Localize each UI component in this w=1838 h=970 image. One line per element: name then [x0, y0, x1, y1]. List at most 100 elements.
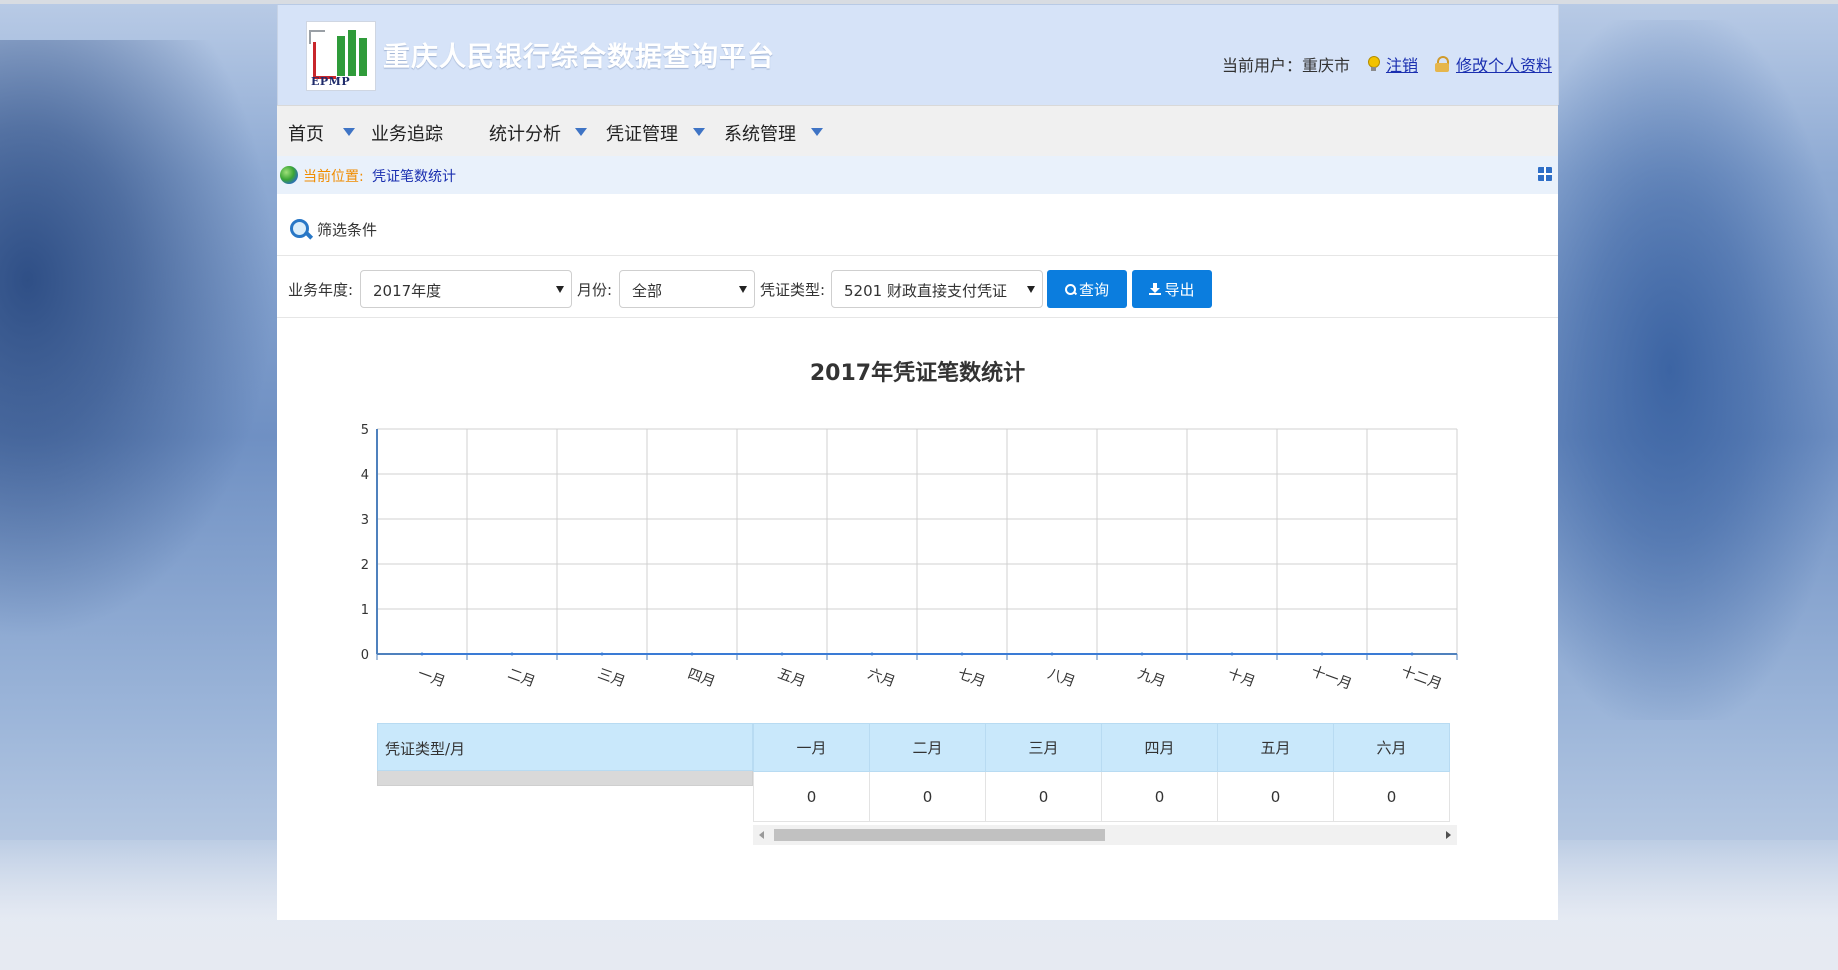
- chart-data-point: [780, 652, 784, 656]
- chart-x-tick-label: 十一月: [1309, 664, 1354, 693]
- nav-item-home[interactable]: 首页: [288, 120, 324, 146]
- magnifier-icon: [289, 218, 311, 240]
- chart-x-tick-label: 三月: [595, 666, 627, 691]
- main-page: EPMP 重庆人民银行综合数据查询平台 当前用户：重庆市 注销 修改个人资料 首…: [277, 5, 1559, 920]
- dropdown-arrow-icon: [739, 286, 747, 293]
- filter-title-text: 筛选条件: [317, 220, 378, 239]
- chart-y-tick-label: 1: [361, 603, 369, 618]
- chart-x-tick-label: 六月: [865, 666, 897, 691]
- lightbulb-icon: [1366, 56, 1380, 72]
- scroll-left-arrow-icon[interactable]: [759, 831, 764, 839]
- table-header-cell: 二月: [869, 723, 986, 772]
- table-header-cell: 五月: [1217, 723, 1334, 772]
- table-header-cell: 三月: [985, 723, 1102, 772]
- logo-text: EPMP: [311, 75, 351, 88]
- chart-data-point: [1050, 652, 1054, 656]
- filter-section-title: 筛选条件: [289, 218, 377, 240]
- table-header-cell: 六月: [1333, 723, 1450, 772]
- main-nav: 首页 业务追踪 统计分析 凭证管理 系统管理: [277, 105, 1558, 157]
- month-label: 月份:: [577, 281, 613, 299]
- export-button-label: 导出: [1164, 280, 1195, 299]
- dropdown-arrow-icon: [1027, 286, 1035, 293]
- chart-title: 2017年凭证笔数统计: [809, 361, 1026, 386]
- query-button-label: 查询: [1078, 280, 1109, 299]
- chart-data-point: [510, 652, 514, 656]
- background-sky-right: [1558, 20, 1838, 720]
- scrollbar-thumb[interactable]: [774, 829, 1105, 841]
- table-cell: 0: [1333, 771, 1450, 822]
- export-button[interactable]: 导出: [1132, 270, 1212, 308]
- table-cell: 0: [1101, 771, 1218, 822]
- chart-y-tick-label: 0: [361, 648, 369, 663]
- user-bar: 当前用户：重庆市 注销 修改个人资料: [1222, 52, 1552, 76]
- epmp-logo: EPMP: [306, 21, 376, 91]
- scroll-right-arrow-icon[interactable]: [1446, 831, 1451, 839]
- breadcrumb-label: 当前位置:: [303, 169, 364, 185]
- background-sky-left: [0, 40, 277, 640]
- site-title: 重庆人民银行综合数据查询平台: [383, 42, 775, 73]
- chart-x-tick-label: 二月: [505, 666, 537, 691]
- nav-item-system-management[interactable]: 系统管理: [724, 120, 796, 146]
- table-header-cell: 四月: [1101, 723, 1218, 772]
- chart-data-point: [870, 652, 874, 656]
- nav-item-business-tracking[interactable]: 业务追踪: [371, 120, 443, 146]
- chart-x-tick-label: 五月: [775, 666, 807, 691]
- month-select-value: 全部: [632, 282, 663, 300]
- search-icon: [1064, 283, 1076, 295]
- chart-data-point: [1410, 652, 1414, 656]
- voucher-count-chart: 0 1 2 3 4 5 一月 二月 三月 四月 五月 六月 七月 八月 九月 十月 十一月 十二月: [361, 423, 1458, 693]
- fullscreen-icon[interactable]: [1538, 167, 1552, 181]
- edit-profile-link[interactable]: 修改个人资料: [1456, 52, 1552, 76]
- table-cell: 0: [985, 771, 1102, 822]
- year-label: 业务年度:: [288, 281, 354, 299]
- voucher-type-value: 5201 财政直接支付凭证: [844, 282, 1007, 300]
- table-frozen-column: 凭证类型/月: [377, 723, 753, 786]
- filter-form: 业务年度: 2017年度 月份: 全部 凭证类型: 5201 财政直接支付凭证 …: [277, 267, 1558, 309]
- monthly-count-table: 一月 二月 三月 四月 五月 六月 0 0 0 0 0 0: [753, 723, 1450, 822]
- chevron-down-icon[interactable]: [343, 128, 355, 136]
- chevron-down-icon[interactable]: [811, 128, 823, 136]
- chart-y-tick-label: 3: [361, 513, 369, 528]
- chevron-down-icon[interactable]: [693, 128, 705, 136]
- chart-x-tick-label: 八月: [1045, 666, 1077, 691]
- chart-data-point: [690, 652, 694, 656]
- voucher-type-select[interactable]: 5201 财政直接支付凭证: [831, 270, 1043, 308]
- chart-x-tick-label: 十月: [1225, 666, 1257, 691]
- logo-red-step: [313, 42, 336, 79]
- chart-data-point: [1140, 652, 1144, 656]
- chart-y-tick-label: 2: [361, 558, 369, 573]
- query-button[interactable]: 查询: [1047, 270, 1127, 308]
- chart-data-point: [1320, 652, 1324, 656]
- table-horizontal-scrollbar[interactable]: [753, 825, 1457, 845]
- logo-bar: [359, 38, 367, 76]
- window-top-edge: [0, 0, 1838, 4]
- current-user-label: 当前用户：重庆市: [1221, 56, 1350, 75]
- nav-item-statistics[interactable]: 统计分析: [489, 120, 561, 146]
- table-row: 0 0 0 0 0 0: [753, 771, 1450, 822]
- chart-data-point: [960, 652, 964, 656]
- breadcrumb: 当前位置: 凭证笔数统计: [277, 156, 1558, 194]
- chart-x-tick-label: 一月: [415, 666, 447, 691]
- table-cell: 0: [1217, 771, 1334, 822]
- nav-item-voucher-management[interactable]: 凭证管理: [606, 120, 678, 146]
- globe-icon: [280, 166, 298, 184]
- logo-bar: [337, 36, 345, 76]
- month-select[interactable]: 全部: [619, 270, 755, 308]
- chart-data-point: [600, 652, 604, 656]
- table-corner-header: 凭证类型/月: [377, 723, 753, 771]
- year-select[interactable]: 2017年度: [360, 270, 572, 308]
- download-icon: [1149, 283, 1162, 295]
- site-header: EPMP 重庆人民银行综合数据查询平台 当前用户：重庆市 注销 修改个人资料: [277, 5, 1559, 105]
- chevron-down-icon[interactable]: [575, 128, 587, 136]
- lock-icon: [1434, 56, 1450, 72]
- year-select-value: 2017年度: [373, 282, 442, 300]
- table-cell: 0: [869, 771, 986, 822]
- breadcrumb-current[interactable]: 凭证笔数统计: [372, 166, 456, 186]
- chart-x-tick-label: 十二月: [1399, 664, 1444, 693]
- voucher-type-label: 凭证类型:: [760, 281, 826, 299]
- chart-y-tick-label: 5: [361, 423, 369, 438]
- dropdown-arrow-icon: [556, 286, 564, 293]
- logout-link[interactable]: 注销: [1386, 52, 1418, 76]
- logo-bar: [348, 30, 356, 76]
- chart-x-tick-label: 九月: [1135, 666, 1167, 691]
